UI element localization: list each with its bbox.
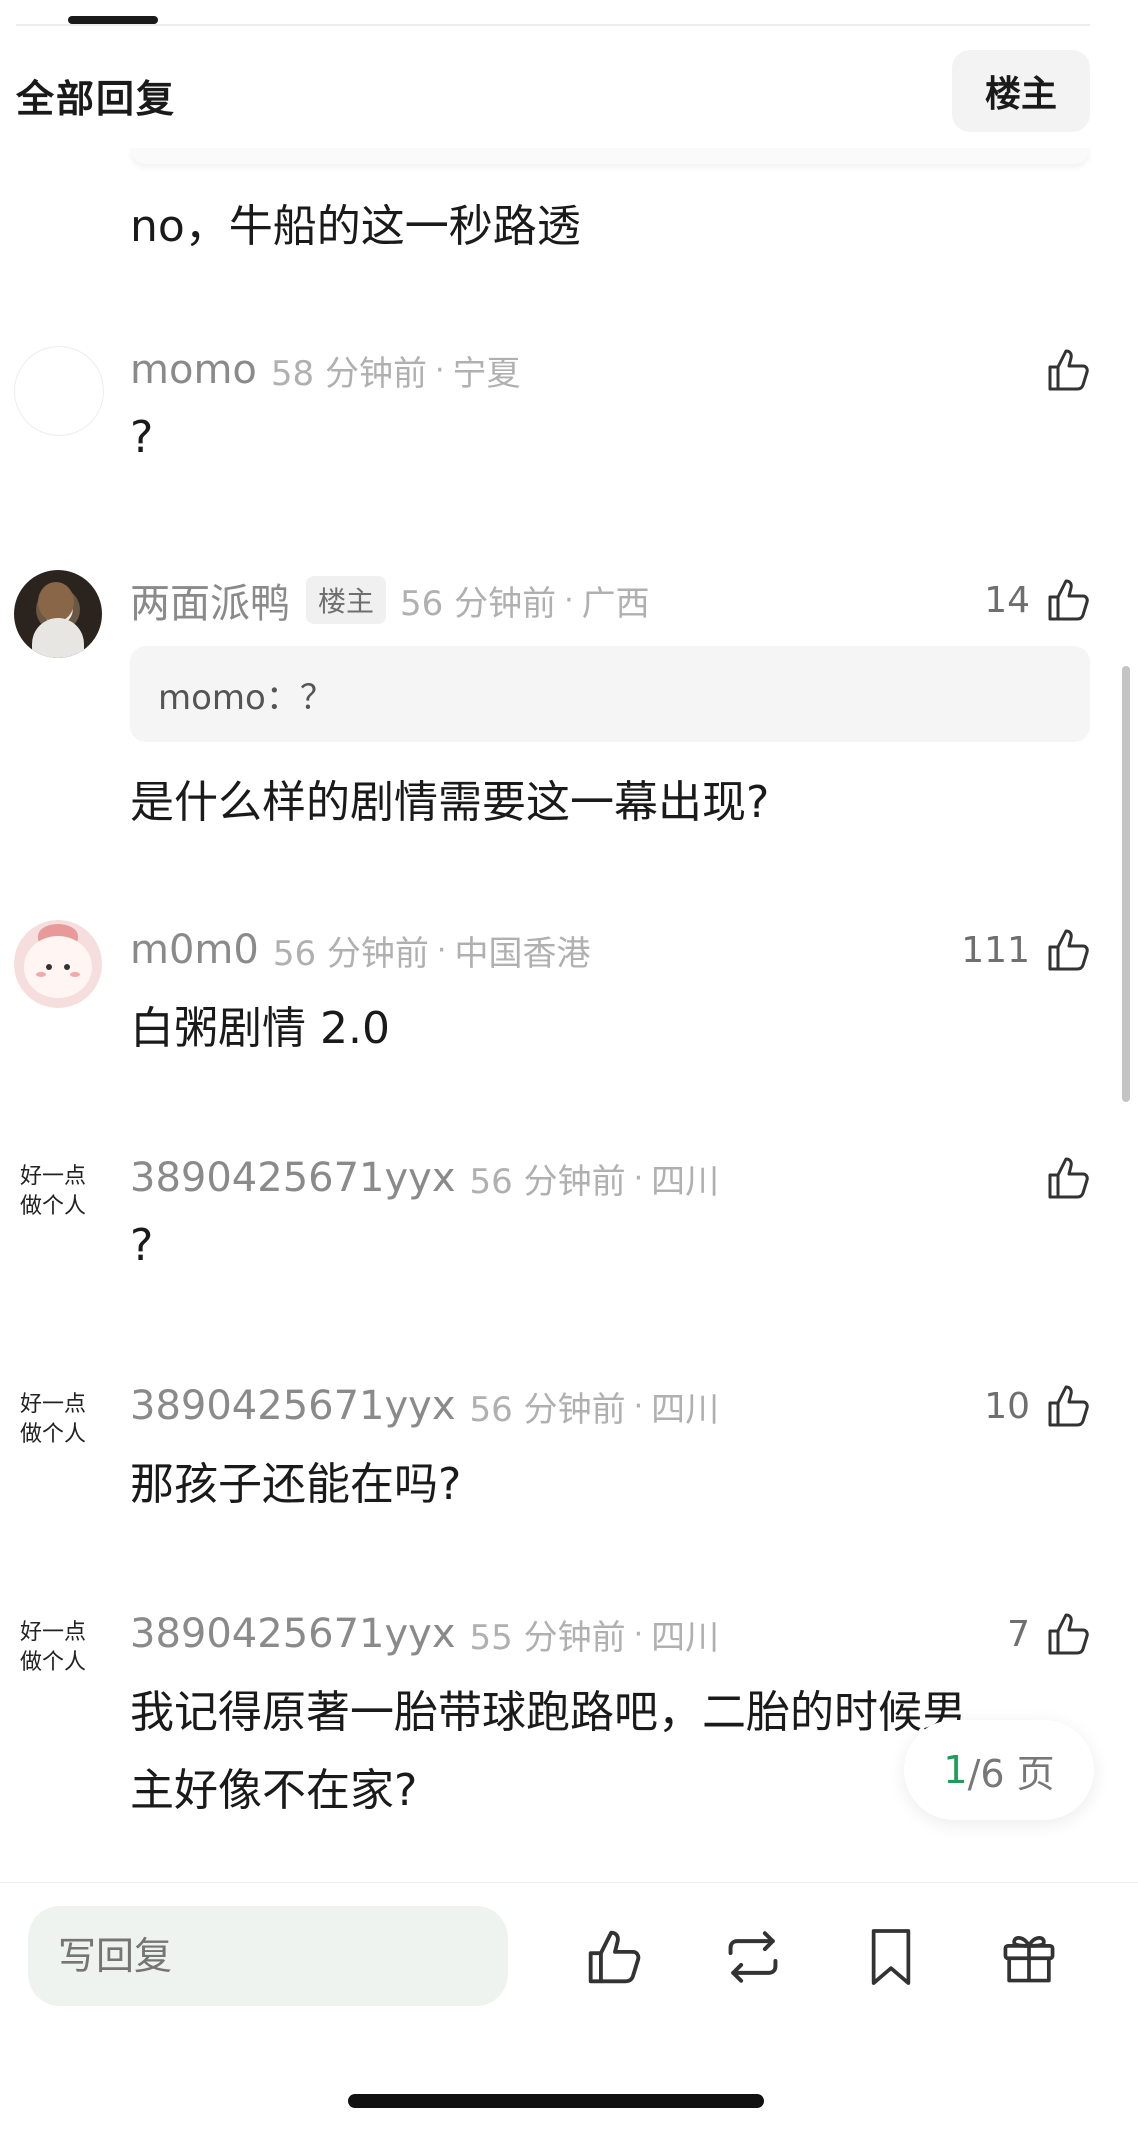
gift-button[interactable] <box>994 1922 1064 1992</box>
home-indicator <box>348 2094 764 2108</box>
like-button[interactable]: 111 <box>961 920 1094 980</box>
comment-location: 四川 <box>651 1617 720 1658</box>
comment-text: ? <box>130 412 154 463</box>
gift-icon <box>1003 1936 1055 1983</box>
tab-indicator <box>68 16 158 24</box>
repost-button[interactable] <box>718 1922 788 1992</box>
thumbs-up-icon <box>1048 579 1089 621</box>
op-filter-button[interactable]: 楼主 <box>952 50 1090 132</box>
quoted-reply[interactable]: momo：？ <box>130 646 1090 742</box>
like-post-button[interactable] <box>580 1922 650 1992</box>
like-icon <box>588 1930 641 1984</box>
thumbs-up-icon <box>1048 929 1089 971</box>
avatar[interactable] <box>14 570 102 658</box>
thumbs-up-icon <box>1048 1157 1089 1199</box>
reply-input[interactable] <box>28 1906 508 2006</box>
separator: · <box>436 932 447 968</box>
separator: · <box>633 1388 644 1424</box>
comment-text-line: 我记得原著一胎带球跑路吧，二胎的时候男 <box>130 1687 966 1738</box>
avatar[interactable]: 好一点 做个人 <box>14 1604 102 1692</box>
page-title: 全部回复 <box>16 77 177 121</box>
like-button[interactable]: 10 <box>984 1376 1094 1436</box>
like-button[interactable] <box>1044 340 1094 400</box>
separator: · <box>434 352 445 388</box>
pagination-indicator[interactable]: 1 /6 页 <box>904 1720 1094 1820</box>
comment-location: 广西 <box>581 583 650 624</box>
avatar[interactable]: 好一点 做个人 <box>14 1148 102 1236</box>
like-button[interactable] <box>1044 1148 1094 1208</box>
comment-meta: momo 58 分钟前 · 宁夏 <box>130 340 521 400</box>
repost-icon <box>728 1931 778 1983</box>
separator: · <box>564 582 574 618</box>
op-badge: 楼主 <box>306 576 387 624</box>
thumbs-up-icon <box>1048 1613 1089 1655</box>
comment-location: 宁夏 <box>452 353 521 394</box>
like-count: 10 <box>984 1385 1030 1427</box>
comment-text-line: 主好像不在家? <box>130 1765 418 1816</box>
bookmark-icon <box>871 1929 911 1985</box>
comment-meta: 3890425671yyx 56 分钟前 · 四川 <box>130 1148 719 1208</box>
avatar[interactable] <box>14 920 102 1008</box>
avatar[interactable]: 好一点 做个人 <box>14 1376 102 1464</box>
comment-meta: 3890425671yyx 56 分钟前 · 四川 <box>130 1376 719 1436</box>
comment-meta: 两面派鸭 楼主 56 分钟前 · 广西 <box>130 570 650 630</box>
username[interactable]: 3890425671yyx <box>130 1155 456 1201</box>
comment-time: 56 分钟前 <box>469 1389 626 1430</box>
thumbs-up-icon <box>1048 349 1089 391</box>
truncated-comment-text: no，牛船的这一秒路透 <box>130 201 581 252</box>
comment-text: 那孩子还能在吗? <box>130 1459 462 1510</box>
username[interactable]: 两面派鸭 <box>130 571 290 629</box>
separator: · <box>633 1160 644 1196</box>
comment-time: 56 分钟前 <box>469 1161 626 1202</box>
comment-location: 四川 <box>651 1389 720 1430</box>
total-pages: /6 页 <box>967 1751 1055 1796</box>
username[interactable]: m0m0 <box>130 927 259 973</box>
comment-time: 56 分钟前 <box>272 933 429 974</box>
comment-location: 四川 <box>651 1161 720 1202</box>
comment-meta: m0m0 56 分钟前 · 中国香港 <box>130 920 590 980</box>
comment-text: 白粥剧情 2.0 <box>130 1003 390 1054</box>
scrollbar[interactable] <box>1122 666 1130 1102</box>
bookmark-button[interactable] <box>856 1922 926 1992</box>
username[interactable]: 3890425671yyx <box>130 1611 456 1657</box>
comment-meta: 3890425671yyx 55 分钟前 · 四川 <box>130 1604 719 1664</box>
like-button[interactable]: 14 <box>984 570 1094 630</box>
username[interactable]: momo <box>130 347 257 393</box>
comment-time: 58 分钟前 <box>270 353 427 394</box>
like-button[interactable]: 7 <box>1007 1604 1094 1664</box>
bottom-divider <box>0 1882 1138 1883</box>
comment-time: 56 分钟前 <box>400 583 557 624</box>
thumbs-up-icon <box>1048 1385 1089 1427</box>
comment-location: 中国香港 <box>454 933 591 974</box>
comment-text: 是什么样的剧情需要这一幕出现? <box>130 777 770 828</box>
top-divider <box>16 24 1090 26</box>
like-count: 111 <box>961 929 1030 971</box>
fade-card-edge <box>130 148 1090 164</box>
like-count: 14 <box>984 579 1030 621</box>
username[interactable]: 3890425671yyx <box>130 1383 456 1429</box>
like-count: 7 <box>1007 1613 1030 1655</box>
separator: · <box>633 1616 644 1652</box>
avatar[interactable] <box>14 346 104 436</box>
current-page: 1 <box>943 1748 968 1792</box>
comment-time: 55 分钟前 <box>469 1617 626 1658</box>
comment-text: ? <box>130 1220 154 1271</box>
